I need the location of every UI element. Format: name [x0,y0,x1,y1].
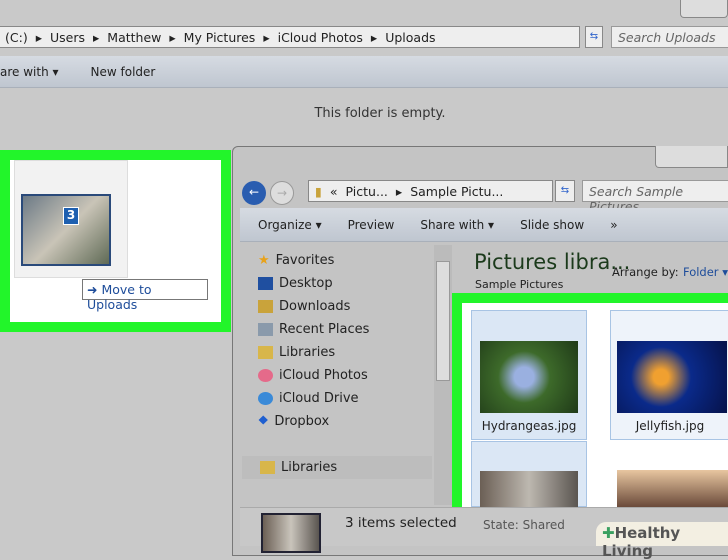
library-title: Pictures libra... [474,250,631,274]
forward-button[interactable]: → [270,181,294,205]
nav-recent-places[interactable]: Recent Places [258,318,433,341]
selection-thumbnail [261,513,321,553]
crumb[interactable]: « [330,184,338,199]
nav-favorites[interactable]: ★ Favorites [258,249,433,272]
address-bar[interactable]: (C:) ▸ Users ▸ Matthew ▸ My Pictures ▸ iClou… [0,26,580,48]
nav-desktop[interactable]: Desktop [258,272,433,295]
drag-count-badge: 3 [63,207,79,225]
refresh-icon[interactable]: ⇆ [555,180,575,202]
nav-libraries-section[interactable]: Libraries [242,456,432,479]
nav-scrollbar[interactable] [434,245,452,505]
drag-preview: 3 [14,160,128,278]
new-folder-button[interactable]: New folder [91,65,156,79]
arrange-label: Arrange by: [612,265,679,279]
file-name: Hydrangeas.jpg [481,419,577,433]
file-lighthouse[interactable] [617,470,728,507]
file-koala[interactable] [471,441,587,507]
file-jellyfish[interactable]: Jellyfish.jpg [610,310,728,440]
window-controls[interactable] [655,146,728,168]
watermark-logo: ✚Healthy Living [596,522,728,560]
file-name: Jellyfish.jpg [635,419,705,433]
status-text: 3 items selected [345,515,457,531]
share-with-button[interactable]: Share with ▾ [420,218,494,232]
nav-dropbox[interactable]: ⯁ Dropbox [258,410,433,433]
crumb[interactable]: Users [50,30,85,45]
file-hydrangeas[interactable]: Hydrangeas.jpg [471,310,587,440]
nav-libraries[interactable]: Libraries [258,341,433,364]
share-with-button[interactable]: are with ▾ [0,65,59,79]
hydrangeas-thumbnail [480,341,578,413]
koala-thumbnail [21,194,111,266]
empty-message: This folder is empty. [314,106,446,121]
search-input[interactable]: Search Sample Pictures [582,180,728,214]
crumb[interactable]: (C:) [5,30,28,45]
arrange-dropdown[interactable]: Folder ▾ [683,265,728,279]
refresh-icon[interactable]: ⇆ [585,26,603,48]
nav-downloads[interactable]: Downloads [258,295,433,318]
window-controls[interactable] [680,0,728,18]
crumb[interactable]: Uploads [385,30,435,45]
crumb[interactable]: Sample Pictu... [410,184,503,199]
jellyfish-thumbnail [617,341,727,413]
crumb[interactable]: iCloud Photos [278,30,363,45]
move-tooltip: ➜ Move to Uploads [82,279,208,312]
library-subtitle: Sample Pictures [475,278,564,291]
crumb[interactable]: Matthew [107,30,161,45]
nav-icloud-drive[interactable]: iCloud Drive [258,387,433,410]
crumb[interactable]: My Pictures [184,30,256,45]
back-button[interactable]: ← [242,181,266,205]
crumb[interactable]: Pictu... [346,184,388,199]
nav-icloud-photos[interactable]: iCloud Photos [258,364,433,387]
state-label: State: Shared [483,518,565,532]
preview-button[interactable]: Preview [348,218,395,232]
search-input[interactable]: Search Uploads [611,26,728,48]
slideshow-button[interactable]: Slide show [520,218,584,232]
organize-button[interactable]: Organize ▾ [258,218,322,232]
more-button[interactable]: » [610,218,617,232]
address-bar[interactable]: ▮ « Pictu... ▸ Sample Pictu... [308,180,553,202]
